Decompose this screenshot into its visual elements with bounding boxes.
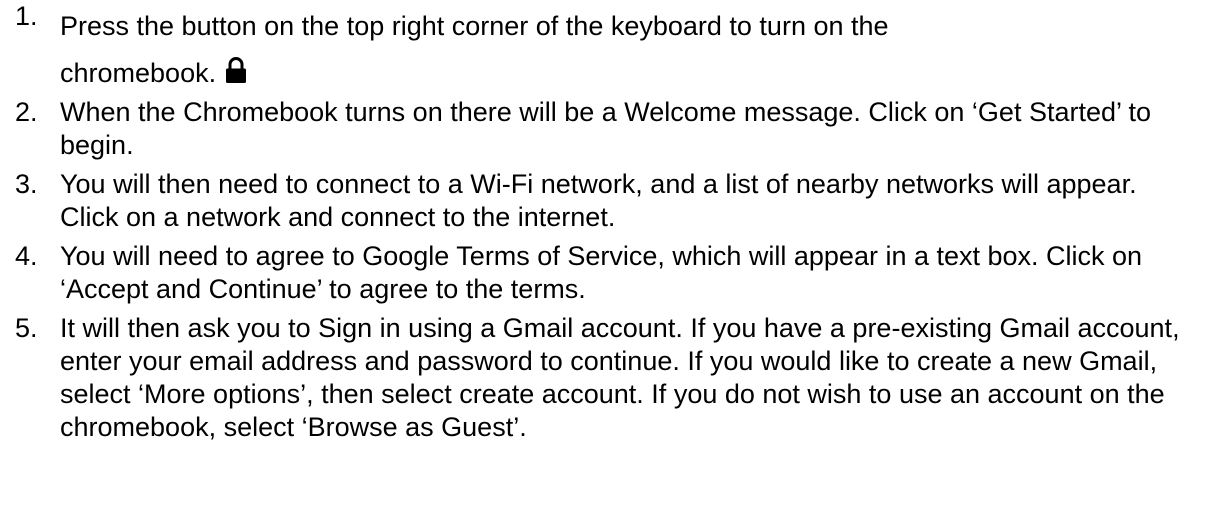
step-text: You will need to agree to Google Terms o…	[60, 241, 1143, 304]
list-item-step-2: 2. When the Chromebook turns on there wi…	[0, 96, 1190, 162]
step-text: You will then need to connect to a Wi-Fi…	[60, 169, 1137, 232]
setup-steps-list: 1. Press the button on the top right cor…	[0, 0, 1210, 444]
step-number: 1.	[15, 1, 38, 31]
step-number: 4.	[15, 241, 38, 271]
instructions-document: 1. Press the button on the top right cor…	[0, 0, 1210, 520]
step-text: When the Chromebook turns on there will …	[60, 97, 1152, 160]
step-text-line-1: Press the button on the top right corner…	[60, 11, 889, 41]
step-text-line-2: chromebook.	[60, 58, 217, 88]
list-item-step-1: 1. Press the button on the top right cor…	[0, 0, 1190, 90]
step-number: 2.	[15, 97, 38, 127]
lock-icon	[226, 57, 247, 83]
list-item-step-5: 5. It will then ask you to Sign in using…	[0, 312, 1190, 444]
list-item-step-4: 4. You will need to agree to Google Term…	[0, 240, 1190, 306]
step-text: It will then ask you to Sign in using a …	[60, 313, 1180, 442]
step-number: 3.	[15, 169, 38, 199]
list-item-step-3: 3. You will then need to connect to a Wi…	[0, 168, 1190, 234]
step-number: 5.	[15, 313, 38, 343]
step-text-line-2-wrapper: chromebook.	[60, 56, 1190, 90]
